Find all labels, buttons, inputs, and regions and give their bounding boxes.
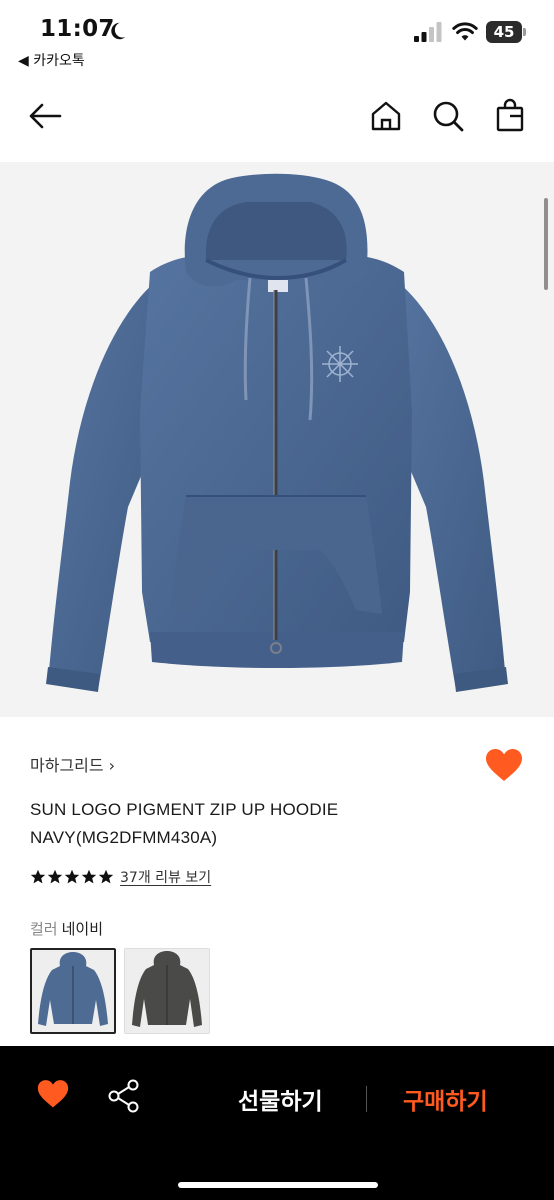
shopping-bag-icon[interactable] [490, 96, 530, 136]
star-rating [30, 869, 114, 885]
battery-indicator: 45 [486, 21, 526, 43]
cellular-signal-icon [414, 22, 442, 42]
product-image[interactable] [0, 162, 554, 717]
back-arrow-icon[interactable] [26, 96, 66, 136]
product-title: SUN LOGO PIGMENT ZIP UP HOODIE NAVY(MG2D… [30, 800, 339, 847]
brand-link[interactable]: 마하그리드 › [30, 752, 115, 776]
rating-row: 37개 리뷰 보기 [30, 866, 211, 888]
status-bar: 11:07 ◀ 카카오톡 45 [0, 0, 554, 76]
star-icon [81, 869, 97, 884]
status-time: 11:07 [40, 16, 115, 42]
heart-like-icon[interactable] [484, 746, 524, 786]
color-swatch-charcoal[interactable] [124, 948, 210, 1034]
gift-button[interactable]: 선물하기 [238, 1082, 323, 1116]
top-navigation [0, 76, 554, 162]
hoodie-image [46, 173, 508, 692]
review-link[interactable]: 37개 리뷰 보기 [120, 867, 211, 887]
bottom-action-bar: 선물하기 구매하기 [0, 1046, 554, 1200]
sun-logo-emblem [322, 346, 358, 382]
color-label: 컬러 [30, 920, 58, 938]
home-icon[interactable] [366, 96, 406, 136]
star-icon [64, 869, 80, 884]
buy-button[interactable]: 구매하기 [403, 1082, 488, 1116]
star-icon [47, 869, 63, 884]
search-icon[interactable] [428, 96, 468, 136]
share-icon[interactable] [106, 1078, 142, 1114]
hoodie-thumbnail-navy [32, 950, 114, 1032]
color-row: 컬러 네이비 [30, 918, 103, 939]
hoodie-thumbnail-charcoal [125, 949, 209, 1033]
moon-icon [111, 22, 126, 40]
home-indicator[interactable] [178, 1182, 378, 1188]
color-value: 네이비 [61, 920, 104, 938]
wifi-icon [452, 22, 478, 41]
color-swatch-navy[interactable] [30, 948, 116, 1034]
heart-icon[interactable] [36, 1078, 70, 1110]
star-icon [98, 869, 114, 884]
scrollbar[interactable] [544, 198, 548, 290]
star-icon [30, 869, 46, 884]
back-to-app-link[interactable]: ◀ 카카오톡 [18, 50, 85, 70]
divider [366, 1086, 367, 1112]
